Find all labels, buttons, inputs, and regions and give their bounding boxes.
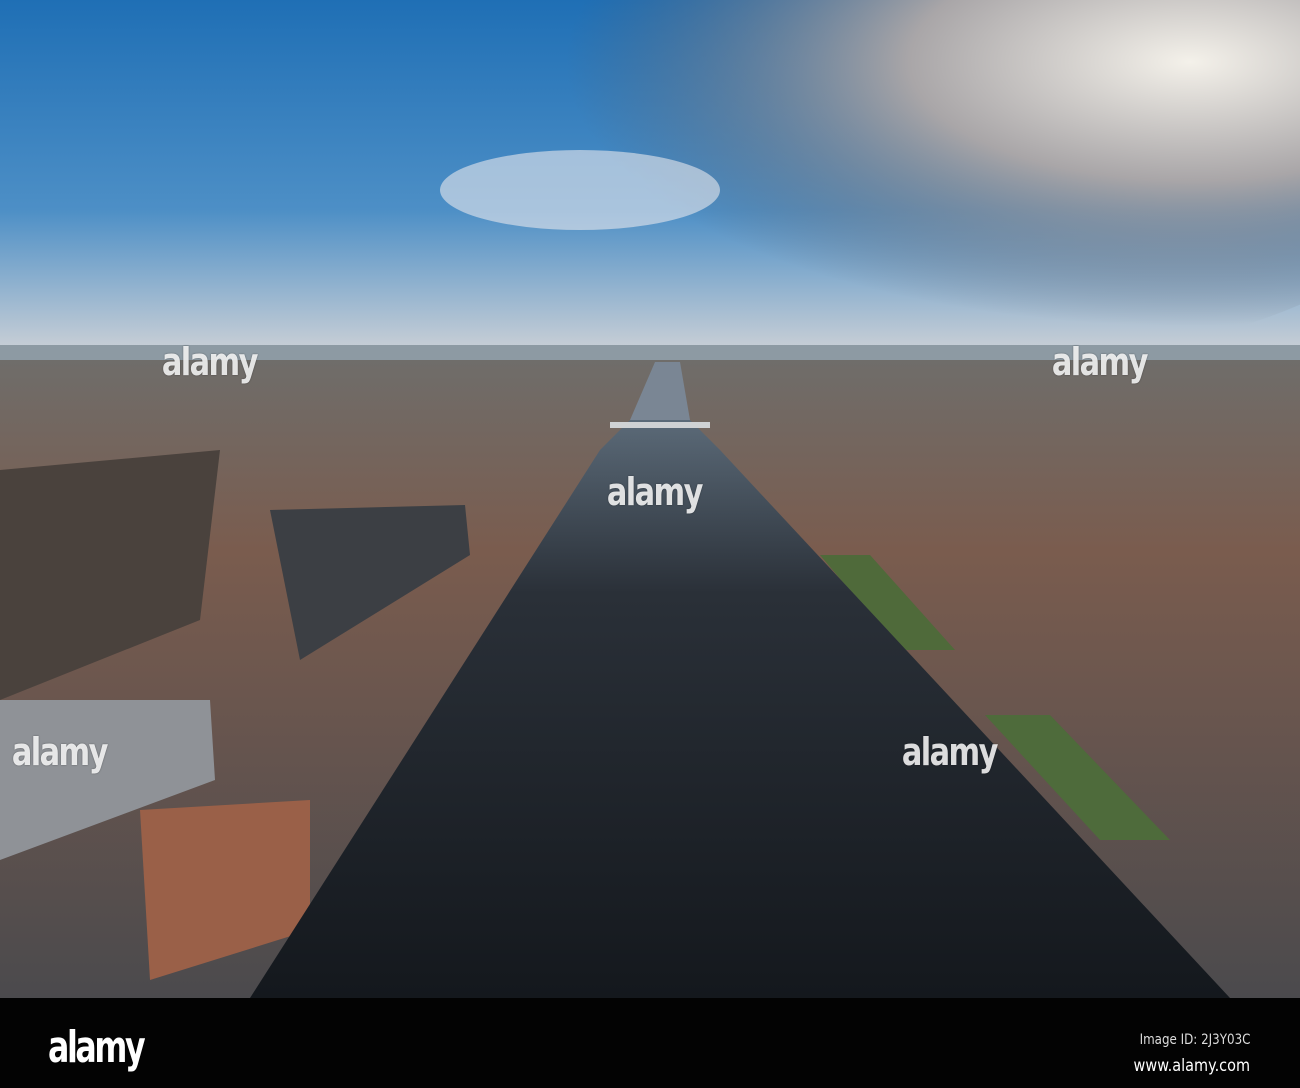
watermark: alamy <box>11 730 109 774</box>
website-link[interactable]: www.alamy.com <box>1134 1056 1250 1076</box>
bridge <box>610 422 710 428</box>
footer-bar: alamy Image ID: 2J3Y03C www.alamy.com <box>0 998 1300 1088</box>
clouds <box>440 150 720 230</box>
watermark: alamy <box>161 340 259 384</box>
image-id: Image ID: 2J3Y03C <box>1139 1032 1250 1048</box>
watermark: alamy <box>1051 340 1149 384</box>
watermark: alamy <box>606 470 704 514</box>
alamy-logo[interactable]: alamy <box>48 1022 146 1073</box>
watermark: alamy <box>901 730 999 774</box>
